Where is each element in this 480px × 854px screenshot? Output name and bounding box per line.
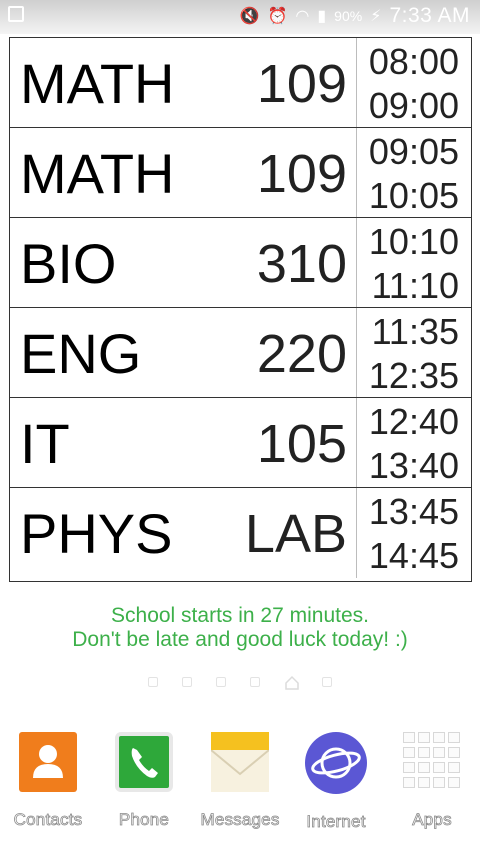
home-page-icon[interactable]	[284, 675, 299, 690]
internet-app[interactable]: Internet	[288, 728, 384, 832]
schedule-widget[interactable]: MATH 109 08:00 09:00 MATH 109 09:05 10:0…	[9, 37, 472, 582]
phone-icon[interactable]	[115, 732, 173, 792]
app-label: Contacts	[13, 810, 83, 830]
room-label: 105	[256, 414, 347, 474]
app-label: Messages	[200, 810, 280, 830]
subject-label: MATH	[20, 52, 175, 115]
end-time: 10:05	[368, 175, 459, 216]
message-line-1: School starts in 27 minutes.	[111, 604, 369, 627]
subject-label: MATH	[20, 142, 175, 205]
countdown-message: School starts in 27 minutes. Don't be la…	[0, 604, 480, 652]
app-label: Apps	[412, 810, 452, 830]
column-divider	[356, 128, 357, 217]
wifi-icon: ◠	[295, 8, 310, 25]
app-label: Internet	[306, 812, 366, 832]
start-time: 12:40	[368, 401, 459, 442]
app-dock: Contacts Phone Messages Internet Apps	[0, 728, 480, 848]
start-time: 09:05	[368, 131, 459, 172]
room-label: LAB	[244, 504, 347, 564]
internet-icon[interactable]	[305, 732, 367, 794]
start-time: 11:35	[371, 311, 459, 352]
end-time: 12:35	[368, 355, 459, 396]
column-divider	[356, 488, 357, 578]
start-time: 08:00	[368, 41, 459, 82]
column-divider	[356, 218, 357, 307]
apps-launcher[interactable]: Apps	[384, 728, 480, 830]
schedule-row: BIO 310 10:10 11:10	[10, 218, 471, 308]
phone-app[interactable]: Phone	[96, 728, 192, 830]
page-dot[interactable]	[216, 677, 226, 687]
page-indicator[interactable]	[0, 672, 480, 692]
start-time: 13:45	[368, 491, 459, 532]
subject-label: BIO	[20, 232, 117, 295]
subject-label: PHYS	[20, 502, 173, 565]
signal-icon: ▮	[317, 8, 327, 25]
schedule-row: IT 105 12:40 13:40	[10, 398, 471, 488]
room-label: 310	[256, 234, 347, 294]
schedule-row: PHYS LAB 13:45 14:45	[10, 488, 471, 578]
messages-app[interactable]: Messages	[192, 728, 288, 830]
contacts-app[interactable]: Contacts	[0, 728, 96, 830]
schedule-row: MATH 109 08:00 09:00	[10, 38, 471, 128]
schedule-row: MATH 109 09:05 10:05	[10, 128, 471, 218]
room-label: 220	[256, 324, 347, 384]
app-label: Phone	[118, 810, 170, 830]
status-bar: 🔇 ⏰ ◠ ▮ 90% ⚡ 7:33 AM	[0, 0, 480, 34]
battery-percent: 90%	[334, 8, 363, 24]
room-label: 109	[256, 54, 347, 114]
page-dot[interactable]	[322, 677, 332, 687]
page-dot[interactable]	[182, 677, 192, 687]
column-divider	[356, 38, 357, 127]
alarm-icon: ⏰	[267, 8, 288, 25]
apps-grid-icon[interactable]	[403, 732, 461, 792]
start-time: 10:10	[368, 221, 459, 262]
status-icons: 🔇 ⏰ ◠ ▮ 90% ⚡ 7:33 AM	[240, 4, 470, 28]
column-divider	[356, 308, 357, 397]
end-time: 11:10	[371, 265, 459, 306]
mute-icon: 🔇	[239, 8, 260, 25]
subject-label: IT	[20, 412, 70, 475]
messages-icon[interactable]	[210, 732, 270, 792]
end-time: 13:40	[368, 445, 459, 486]
end-time: 14:45	[368, 535, 459, 576]
subject-label: ENG	[20, 322, 142, 385]
schedule-row: ENG 220 11:35 12:35	[10, 308, 471, 398]
contacts-icon[interactable]	[19, 732, 77, 792]
column-divider	[356, 398, 357, 487]
end-time: 09:00	[368, 85, 459, 126]
battery-charging-icon: ⚡	[370, 8, 382, 25]
screenshot-notification-icon	[8, 6, 24, 22]
clock: 7:33 AM	[389, 4, 470, 27]
room-label: 109	[256, 144, 347, 204]
message-line-2: Don't be late and good luck today! :)	[72, 628, 408, 651]
page-dot[interactable]	[250, 677, 260, 687]
page-dot[interactable]	[148, 677, 158, 687]
